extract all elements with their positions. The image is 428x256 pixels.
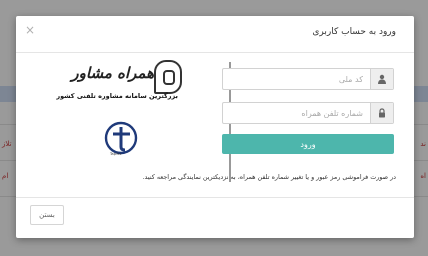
emblem-caption: TapTec <box>110 152 122 156</box>
close-icon[interactable]: × <box>25 23 35 37</box>
logo-title: همراه مشاور <box>71 64 154 82</box>
brand-logo: همراه مشاور بزرگترین سامانه مشاوره تلفنی… <box>46 60 186 108</box>
national-code-input[interactable] <box>223 69 371 89</box>
close-button[interactable]: بستن <box>30 205 64 225</box>
footer-divider <box>16 197 414 198</box>
phone-bubble-logo-icon <box>154 60 182 94</box>
background-text: اه <box>420 172 426 180</box>
background-text: ام <box>2 172 9 180</box>
phone-number-field <box>222 102 394 124</box>
modal-header: ورود به حساب کاربری × <box>16 16 414 53</box>
login-modal: ورود به حساب کاربری × همراه مشاور بزرگتر… <box>16 16 414 238</box>
lock-icon <box>370 103 393 123</box>
user-icon <box>370 69 393 89</box>
logo-subtitle: بزرگترین سامانه مشاوره تلفنی کشور <box>56 92 178 100</box>
emblem-logo-icon <box>104 121 138 155</box>
national-code-field <box>222 68 394 90</box>
login-button[interactable]: ورود <box>222 134 394 154</box>
help-text: در صورت فراموشی رمز عبور و یا تغییر شمار… <box>142 173 397 181</box>
background-text: تلاز <box>2 140 12 148</box>
phone-number-input[interactable] <box>223 103 371 123</box>
modal-title: ورود به حساب کاربری <box>312 27 396 37</box>
background-text: ند <box>420 140 426 148</box>
